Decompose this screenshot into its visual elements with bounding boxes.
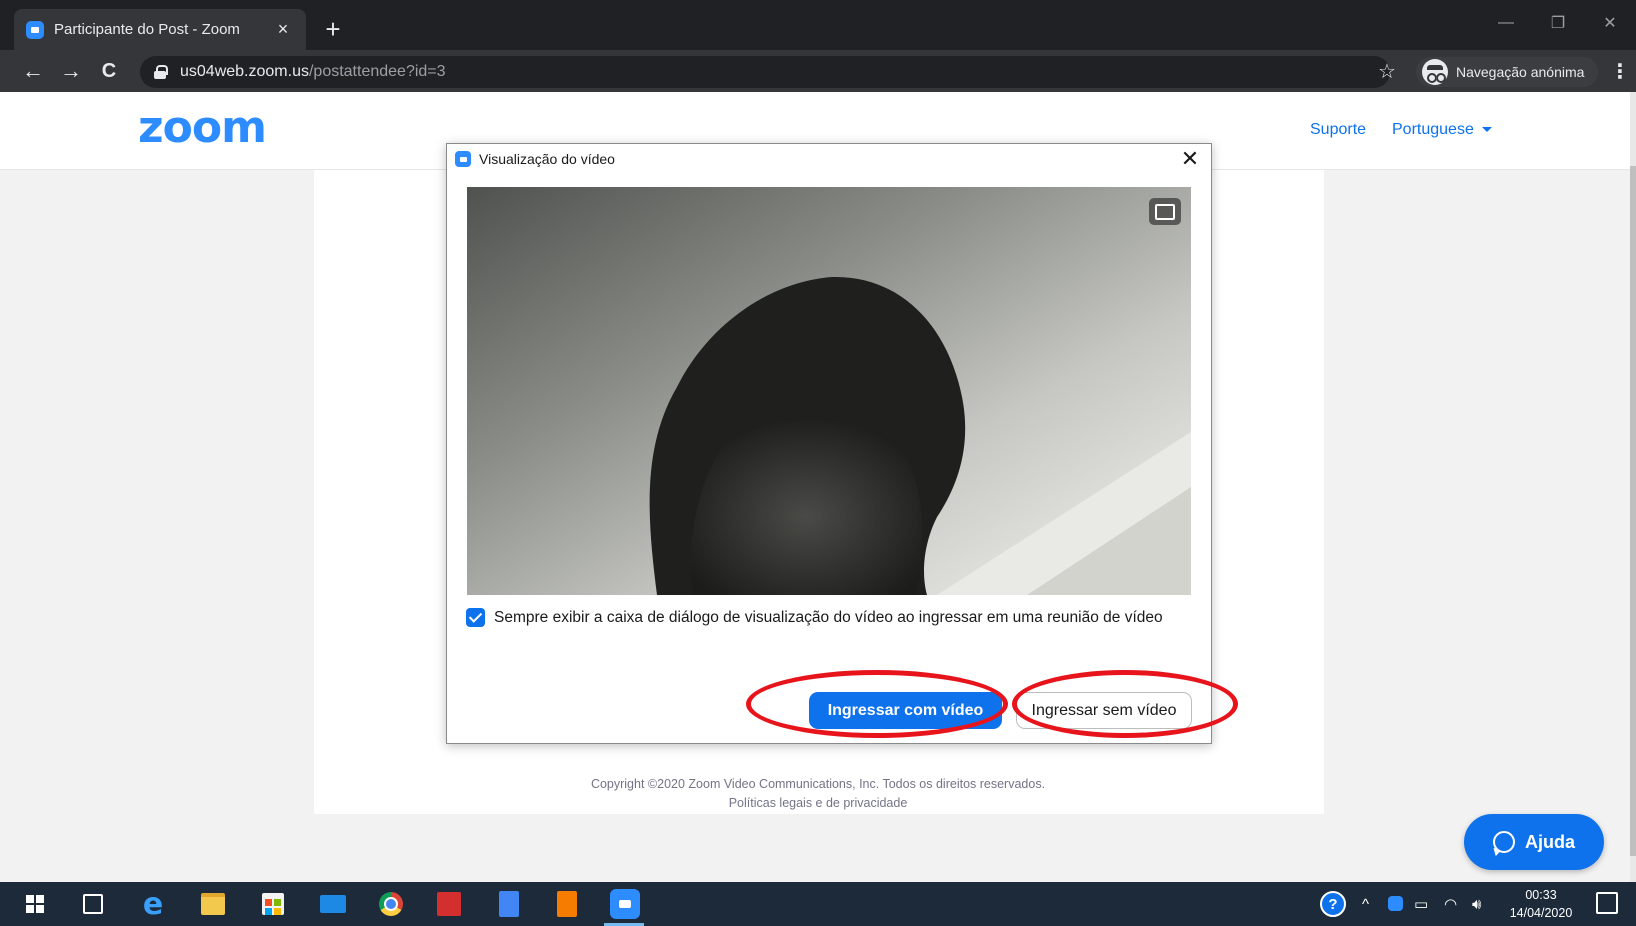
help-button[interactable]: Ajuda: [1464, 814, 1604, 870]
notes-app-icon[interactable]: [552, 889, 582, 919]
minimize-icon[interactable]: —: [1480, 0, 1532, 46]
copyright-text: Copyright ©2020 Zoom Video Communication…: [590, 777, 1046, 791]
language-label: Portuguese: [1392, 121, 1474, 138]
camera-preview: [467, 187, 1191, 595]
browser-chrome: Participante do Post - Zoom × + — ❐ ✕ ← …: [0, 0, 1636, 92]
always-show-preview-label: Sempre exibir a caixa de diálogo de visu…: [494, 608, 1163, 626]
window-close-icon[interactable]: ✕: [1584, 0, 1636, 46]
help-tray-icon[interactable]: ?: [1320, 891, 1346, 917]
task-view-icon[interactable]: [78, 889, 108, 919]
video-preview-dialog: Visualização do vídeo ✕ Sempre exibir a …: [446, 143, 1212, 744]
page-footer: Copyright ©2020 Zoom Video Communication…: [0, 775, 1636, 813]
clock-time: 00:33: [1525, 888, 1557, 902]
forward-arrow-icon[interactable]: →: [56, 56, 86, 86]
back-arrow-icon[interactable]: ←: [18, 56, 48, 86]
dialog-close-icon[interactable]: ✕: [1177, 146, 1203, 172]
incognito-badge[interactable]: Navegação anónima: [1416, 57, 1599, 87]
dialog-title: Visualização do vídeo: [479, 151, 615, 167]
system-clock[interactable]: 00:33 14/04/2020: [1506, 886, 1576, 922]
url-path: /postattendee?id=3: [308, 63, 446, 80]
windows-start-icon[interactable]: [20, 889, 50, 919]
chat-bubble-icon: [1492, 831, 1515, 853]
always-show-preview-option[interactable]: Sempre exibir a caixa de diálogo de visu…: [466, 608, 1163, 627]
wifi-icon[interactable]: ◠: [1444, 892, 1457, 916]
volume-icon[interactable]: 🔊︎: [1472, 892, 1481, 916]
incognito-label: Navegação anónima: [1456, 64, 1585, 80]
action-center-icon[interactable]: [1596, 892, 1618, 914]
show-hidden-icons-chevron-icon[interactable]: ^: [1362, 892, 1369, 916]
always-show-preview-checkbox[interactable]: [466, 608, 485, 627]
new-tab-button[interactable]: +: [318, 14, 348, 44]
url-host: us04web.zoom.us: [180, 63, 309, 80]
battery-icon[interactable]: ▭: [1414, 892, 1428, 916]
zoom-logo[interactable]: zoom: [138, 106, 267, 150]
zoom-tray-icon[interactable]: [1388, 896, 1403, 911]
help-button-label: Ajuda: [1524, 831, 1575, 852]
address-bar[interactable]: us04web.zoom.us/postattendee?id=3: [140, 56, 1390, 88]
legal-link[interactable]: Políticas legais e de privacidade: [0, 794, 1636, 813]
edge-browser-icon[interactable]: e: [138, 887, 168, 922]
browser-menu-icon[interactable]: ⋮: [1608, 56, 1632, 86]
dialog-titlebar[interactable]: Visualização do vídeo ✕: [447, 144, 1211, 174]
zoom-taskbar-icon[interactable]: [610, 889, 640, 919]
file-explorer-icon[interactable]: [198, 889, 228, 919]
zoom-favicon-icon: [26, 20, 44, 39]
browser-tab-active[interactable]: Participante do Post - Zoom ×: [14, 9, 306, 50]
incognito-icon: [1422, 59, 1448, 85]
support-link[interactable]: Suporte: [1310, 121, 1366, 139]
scrollbar-thumb[interactable]: [1630, 166, 1636, 856]
page-scrollbar[interactable]: [1630, 92, 1636, 882]
bookmark-star-icon[interactable]: ☆: [1372, 56, 1402, 86]
clock-date: 14/04/2020: [1509, 906, 1573, 920]
chevron-down-icon: [1481, 127, 1492, 133]
reload-icon[interactable]: C: [94, 56, 124, 86]
document-app-icon[interactable]: [494, 889, 524, 919]
windows-taskbar: e ? ^ ▭ ◠ 🔊︎ 00:33 14/04/2020: [0, 882, 1636, 926]
microsoft-store-icon[interactable]: [258, 889, 288, 919]
zoom-app-icon: [455, 151, 471, 167]
tab-close-icon[interactable]: ×: [272, 19, 294, 41]
acrobat-reader-icon[interactable]: [434, 889, 464, 919]
lock-icon[interactable]: [154, 65, 168, 79]
restore-icon[interactable]: ❐: [1532, 0, 1584, 46]
language-dropdown[interactable]: Portuguese: [1392, 121, 1492, 139]
browser-toolbar: ← → C us04web.zoom.us/postattendee?id=3 …: [0, 50, 1636, 92]
mail-icon[interactable]: [318, 889, 348, 919]
tab-title: Participante do Post - Zoom: [54, 21, 240, 38]
chrome-icon[interactable]: [376, 889, 406, 919]
join-with-video-button[interactable]: Ingressar com vídeo: [809, 692, 1002, 729]
window-controls: — ❐ ✕: [1480, 0, 1636, 46]
join-without-video-button[interactable]: Ingressar sem vídeo: [1016, 692, 1192, 729]
virtual-background-icon[interactable]: [1149, 198, 1181, 225]
camera-preview-image: [467, 187, 1191, 595]
tab-strip: Participante do Post - Zoom × + — ❐ ✕: [0, 0, 1636, 50]
